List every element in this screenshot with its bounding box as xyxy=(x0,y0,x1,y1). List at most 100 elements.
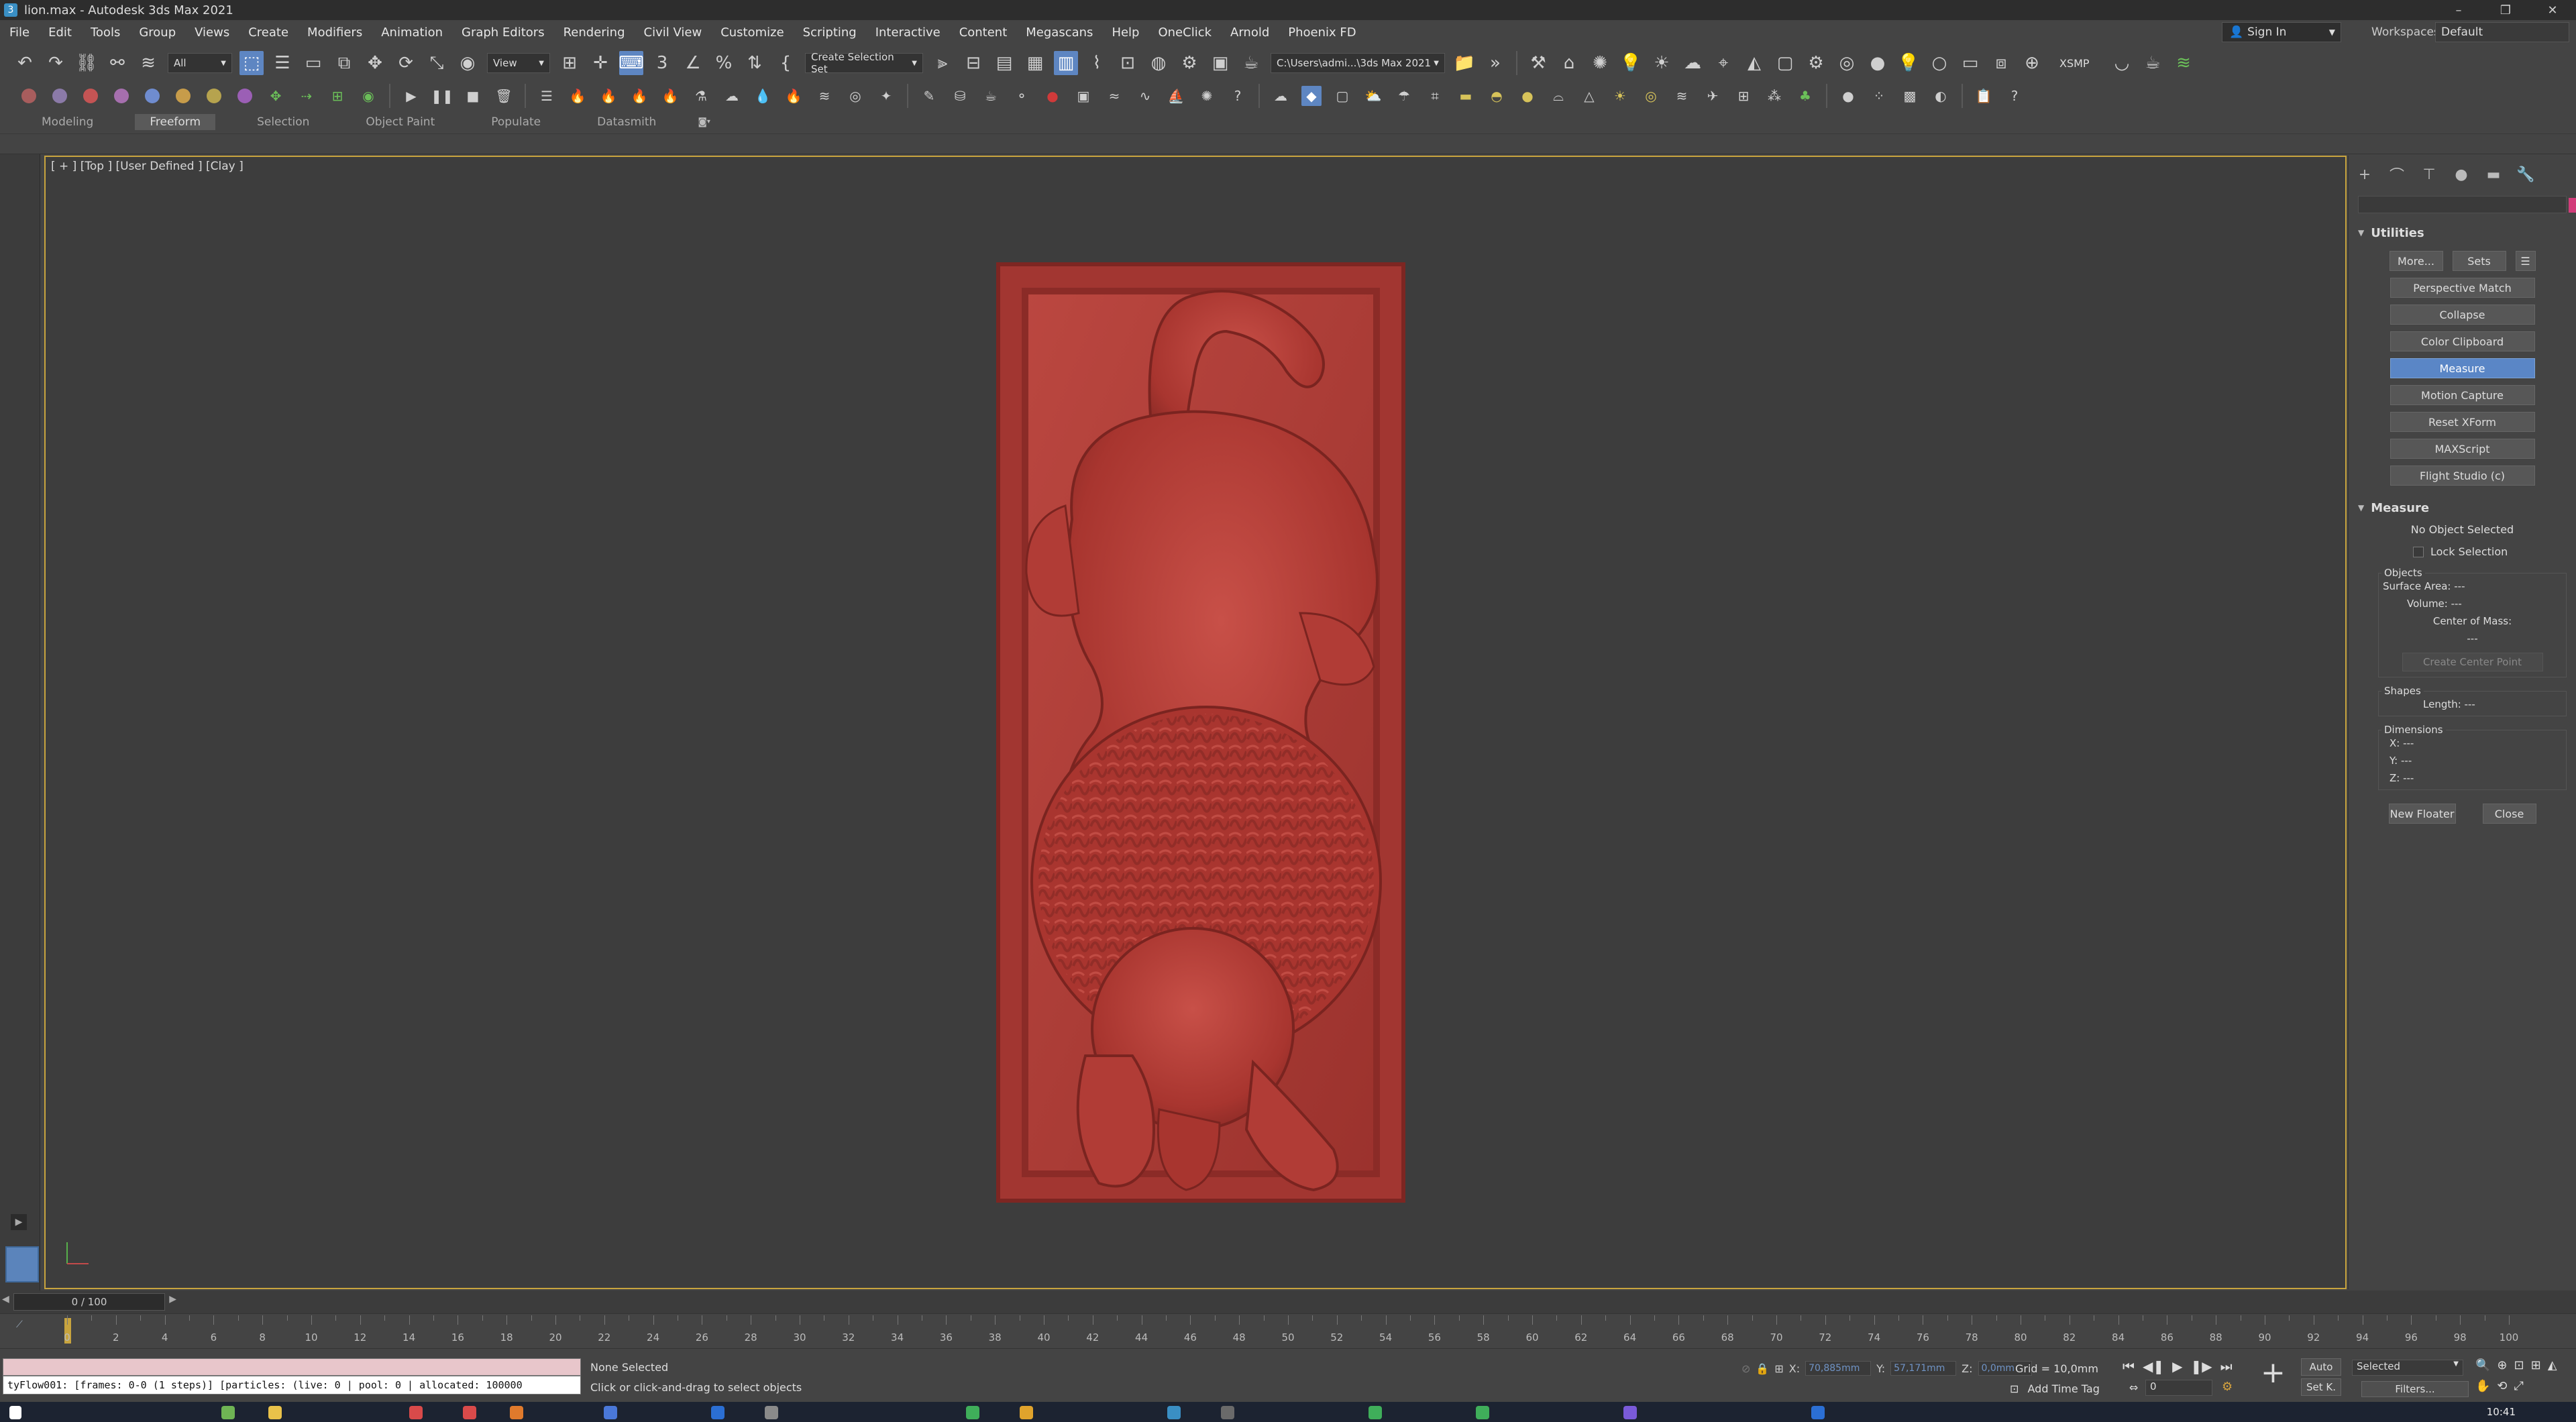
toolbar-overflow-icon[interactable]: » xyxy=(1483,51,1507,75)
create-tab-icon[interactable]: + xyxy=(2354,164,2375,185)
palette-icon[interactable]: ⁘ xyxy=(1869,86,1889,106)
cup-icon[interactable]: ☕ xyxy=(981,86,1001,106)
zoom-all-icon[interactable]: ⊕ xyxy=(2497,1358,2507,1372)
taskbar-app-icon-6[interactable] xyxy=(604,1406,617,1419)
redo-icon[interactable]: ↷ xyxy=(44,51,68,75)
active-tool-icon[interactable]: ◆ xyxy=(1301,86,1322,106)
close-measure-button[interactable]: Close xyxy=(2482,804,2536,824)
source-icon[interactable]: ✦ xyxy=(876,86,896,106)
menu-graph-editors[interactable]: Graph Editors xyxy=(452,25,554,40)
align-icon[interactable]: ⊟ xyxy=(961,51,985,75)
set-key-button[interactable]: Set K. xyxy=(2301,1378,2341,1396)
expand-layout-icon[interactable]: ▶ xyxy=(11,1214,27,1230)
absolute-mode-icon[interactable]: ⊞ xyxy=(1774,1362,1783,1375)
window-crossing-icon[interactable]: ⧉ xyxy=(332,51,356,75)
maxscript-listener[interactable]: tyFlow001: [frames: 0-0 (1 steps)] [part… xyxy=(3,1358,581,1396)
flight-studio-button[interactable]: Flight Studio (c) xyxy=(2390,466,2535,486)
time-slider-thumb[interactable]: ◀ 0 / 100 ▶ xyxy=(2,1293,176,1311)
texture-icon[interactable]: ▩ xyxy=(1900,86,1920,106)
menu-tools[interactable]: Tools xyxy=(81,25,129,40)
menu-megascans[interactable]: Megascans xyxy=(1016,25,1102,40)
splash-icon[interactable]: ✺ xyxy=(1197,86,1217,106)
plus-box-icon[interactable]: ⊕ xyxy=(2020,51,2044,75)
cloud-tool-icon[interactable]: ☁ xyxy=(1271,86,1291,106)
project-path-select[interactable]: C:\Users\admi...\3ds Max 2021 ▼ xyxy=(1271,53,1445,73)
dome-light-icon[interactable]: ◓ xyxy=(1487,86,1507,106)
ocean-icon[interactable]: ≈ xyxy=(1104,86,1124,106)
named-selection-select[interactable]: Create Selection Set ▼ xyxy=(805,51,923,75)
motion-capture-button[interactable]: Motion Capture xyxy=(2390,385,2535,405)
orbit-icon[interactable]: ⟲ xyxy=(2497,1379,2507,1393)
minimize-button[interactable]: – xyxy=(2435,0,2482,20)
selection-filter-select[interactable]: All ▼ xyxy=(168,53,232,73)
plant-icon[interactable]: ♣ xyxy=(1795,86,1815,106)
taskbar-app-icon-3[interactable] xyxy=(409,1406,423,1419)
mirror-icon[interactable]: ⫸ xyxy=(930,51,955,75)
taskbar-app-icon-15[interactable] xyxy=(1811,1406,1825,1419)
spinner-snap-icon[interactable]: ⇅ xyxy=(743,51,767,75)
wave-icon[interactable]: ∿ xyxy=(1135,86,1155,106)
dot-icon-purple[interactable] xyxy=(52,89,67,103)
display-tab-icon[interactable]: ▬ xyxy=(2483,164,2504,185)
pause-icon[interactable]: ❚❚ xyxy=(431,86,453,106)
perspective-match-button[interactable]: Perspective Match xyxy=(2390,278,2535,298)
menu-content[interactable]: Content xyxy=(950,25,1017,40)
play-animation-icon[interactable]: ▶ xyxy=(2172,1358,2182,1374)
play-icon[interactable]: ▶ xyxy=(401,86,421,106)
object-name-field[interactable] xyxy=(2358,196,2576,213)
cone-light-icon[interactable]: △ xyxy=(1579,86,1599,106)
rect-light-icon[interactable]: ▬ xyxy=(1456,86,1476,106)
gear-icon[interactable]: ⚙ xyxy=(1804,51,1828,75)
pan-icon[interactable]: ✋ xyxy=(2475,1379,2490,1393)
time-configuration-icon[interactable]: ⚙ xyxy=(2222,1380,2233,1394)
frame-ruler[interactable]: 0 2 4 6 8 10 12 14 16 18 20 22 24 26 28 30 32 34 36 38 40 42 4… xyxy=(64,1315,2518,1348)
menu-arnold[interactable]: Arnold xyxy=(1221,25,1279,40)
fluid-icon[interactable]: ⚗ xyxy=(691,86,711,106)
collapse-button[interactable]: Collapse xyxy=(2390,305,2535,325)
menu-file[interactable]: File xyxy=(0,25,39,40)
list-icon[interactable]: ☰ xyxy=(537,86,557,106)
zoom-extents-icon[interactable]: ⊡ xyxy=(2514,1358,2524,1372)
taskbar-app-icon-12[interactable] xyxy=(1368,1406,1382,1419)
plane-icon[interactable]: ✈ xyxy=(1703,86,1723,106)
viewport-icon[interactable]: ▢ xyxy=(1332,86,1352,106)
sphere-outline-icon[interactable]: ○ xyxy=(1927,51,1951,75)
grass-icon[interactable]: ⌗ xyxy=(1425,86,1445,106)
ribbon-toggle-icon[interactable]: ▥ xyxy=(1054,51,1078,75)
taskbar-app-icon-9[interactable] xyxy=(966,1406,979,1419)
select-manipulate-icon[interactable]: ✛ xyxy=(588,51,612,75)
clipboard-icon[interactable]: 📋 xyxy=(1974,86,1994,106)
particle-icon[interactable]: ✺ xyxy=(1588,51,1612,75)
frame-icon[interactable]: ▢ xyxy=(1773,51,1797,75)
curve-editor-icon[interactable]: ⌇ xyxy=(1085,51,1109,75)
sphere-icon[interactable]: ● xyxy=(1866,51,1890,75)
go-to-end-icon[interactable]: ⏭ xyxy=(2220,1358,2233,1374)
menu-help[interactable]: Help xyxy=(1102,25,1148,40)
stop-icon[interactable]: ■ xyxy=(463,86,483,106)
menu-create[interactable]: Create xyxy=(239,25,298,40)
taskbar-app-icon-2[interactable] xyxy=(268,1406,282,1419)
weather-icon[interactable]: ☂ xyxy=(1394,86,1414,106)
drop-icon[interactable]: 💧 xyxy=(753,86,773,106)
foam-icon[interactable]: ⚬ xyxy=(1012,86,1032,106)
window-icon[interactable]: ⧈ xyxy=(1989,51,2013,75)
target-icon[interactable]: ◎ xyxy=(1835,51,1859,75)
menu-phoenix-fd[interactable]: Phoenix FD xyxy=(1279,25,1365,40)
proxy-icon[interactable]: ⊞ xyxy=(1733,86,1754,106)
tab-freeform[interactable]: Freeform xyxy=(135,113,216,130)
fire-icon-1[interactable]: 🔥 xyxy=(568,86,588,106)
x-coordinate-field[interactable]: 70,885mm xyxy=(1805,1361,1872,1376)
sky-light-icon[interactable]: ⌓ xyxy=(1548,86,1568,106)
add-time-tag[interactable]: ⊡ Add Time Tag xyxy=(2010,1382,2100,1395)
motion-tab-icon[interactable]: ● xyxy=(2451,164,2472,185)
prev-frame-arrow-icon[interactable]: ◀ xyxy=(2,1294,9,1305)
checkbox-box[interactable] xyxy=(2413,546,2424,557)
track-bar[interactable]: ⟋ 0 2 4 6 8 10 12 14 16 18 20 22 24 26 28 30 32 34 36 38 40 4… xyxy=(0,1313,2576,1348)
cloud-light-icon[interactable]: ⛅ xyxy=(1363,86,1383,106)
auto-key-button[interactable]: Auto xyxy=(2301,1358,2341,1376)
help-icon[interactable]: ? xyxy=(1228,86,1248,106)
move-icon[interactable]: ✥ xyxy=(363,51,387,75)
maxscript-input[interactable] xyxy=(3,1358,581,1376)
menu-interactive[interactable]: Interactive xyxy=(866,25,950,40)
maximize-viewport-icon[interactable]: ⤢ xyxy=(2514,1379,2524,1393)
